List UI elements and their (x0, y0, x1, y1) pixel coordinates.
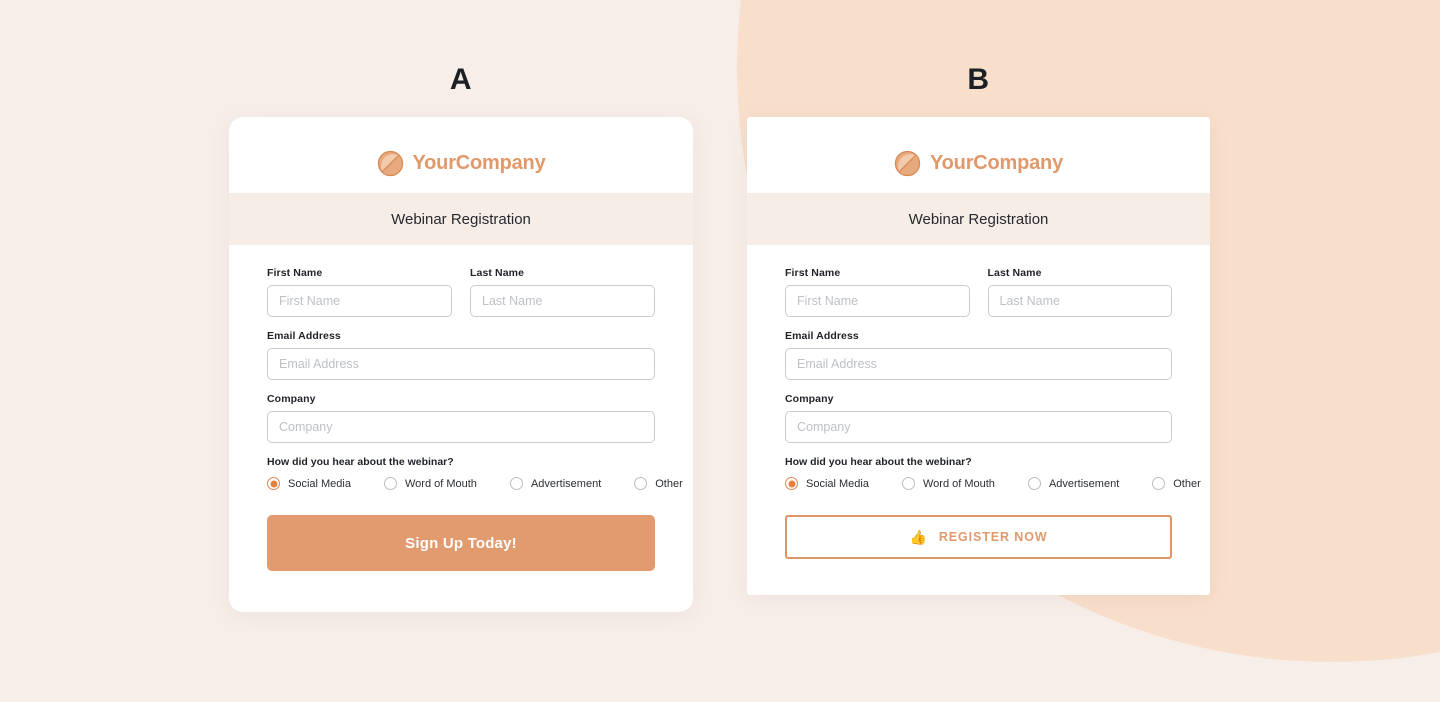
last-name-label-b: Last Name (987, 267, 1042, 279)
radio-circle-advertisement-a[interactable] (509, 477, 523, 490)
first-name-label-b: First Name (785, 267, 841, 279)
first-name-input-b[interactable] (785, 285, 970, 317)
company-label-a: Company (267, 393, 316, 405)
name-field-row-a: First Name Last Name (267, 267, 655, 330)
variant-a-letter: A (449, 63, 473, 96)
radio-label-social-media-b: Social Media (806, 477, 869, 490)
radio-option-other-a[interactable]: Other (634, 477, 683, 490)
brand-logo-a: YourCompany (229, 117, 693, 193)
referral-question-a: How did you hear about the webinar? (267, 456, 454, 468)
variant-b: B YourCompany Webinar Registration First… (747, 0, 1210, 595)
form-banner-b: Webinar Registration (747, 193, 1210, 245)
company-input-b[interactable] (785, 411, 1172, 443)
radio-option-word-of-mouth-b[interactable]: Word of Mouth (901, 477, 995, 490)
email-label-b: Email Address (785, 330, 859, 342)
email-input-b[interactable] (785, 348, 1172, 380)
registration-card-b: YourCompany Webinar Registration First N… (747, 117, 1210, 595)
company-field-b: Company (785, 393, 1172, 443)
form-banner-a: Webinar Registration (229, 193, 693, 245)
email-input-a[interactable] (267, 348, 655, 380)
ab-test-comparison: A YourCompany Webinar Registration First… (0, 0, 1440, 702)
radio-option-other-b[interactable]: Other (1152, 477, 1201, 490)
first-name-label-a: First Name (267, 267, 323, 279)
brand-name-a: YourCompany (412, 152, 546, 174)
last-name-input-a[interactable] (470, 285, 655, 317)
company-input-a[interactable] (267, 411, 655, 443)
radio-option-advertisement-a[interactable]: Advertisement (509, 477, 602, 490)
registration-form-a: First Name Last Name Email Address Compa… (229, 245, 693, 571)
radio-option-social-media-b[interactable]: Social Media (785, 477, 869, 490)
referral-question-b: How did you hear about the webinar? (785, 456, 972, 468)
radio-circle-social-media-a[interactable] (267, 477, 280, 490)
email-label-a: Email Address (267, 330, 341, 342)
radio-label-word-of-mouth-a: Word of Mouth (404, 477, 477, 490)
radio-option-word-of-mouth-a[interactable]: Word of Mouth (383, 477, 477, 490)
radio-label-other-b: Other (1173, 477, 1201, 490)
radio-circle-word-of-mouth-b[interactable] (901, 477, 915, 490)
company-label-b: Company (785, 393, 834, 405)
form-banner-title-b: Webinar Registration (908, 210, 1049, 228)
circle-slash-logo-icon (894, 150, 921, 177)
last-name-field-b: Last Name (987, 267, 1172, 317)
form-banner-title-a: Webinar Registration (391, 210, 531, 228)
registration-card-a: YourCompany Webinar Registration First N… (229, 117, 693, 612)
first-name-field-b: First Name (785, 267, 970, 317)
radio-circle-other-a[interactable] (634, 477, 648, 490)
thumbs-up-icon: 👍 (909, 529, 928, 545)
brand-logo-b: YourCompany (747, 117, 1210, 193)
last-name-field-a: Last Name (470, 267, 655, 317)
email-field-a: Email Address (267, 330, 655, 380)
last-name-input-b[interactable] (987, 285, 1172, 317)
variant-b-letter: B (967, 63, 990, 96)
referral-radio-group-a: Social Media Word of Mouth Advertisement… (267, 477, 683, 490)
radio-label-advertisement-b: Advertisement (1048, 477, 1120, 490)
variant-a: A YourCompany Webinar Registration First… (229, 0, 693, 612)
radio-label-word-of-mouth-b: Word of Mouth (922, 477, 995, 490)
radio-circle-word-of-mouth-a[interactable] (383, 477, 397, 490)
registration-form-b: First Name Last Name Email Address Compa… (747, 245, 1210, 559)
register-now-button-b[interactable]: 👍 REGISTER NOW (785, 515, 1172, 559)
radio-option-advertisement-b[interactable]: Advertisement (1027, 477, 1120, 490)
signup-button-a[interactable]: Sign Up Today! (267, 515, 655, 571)
last-name-label-a: Last Name (470, 267, 525, 279)
radio-circle-social-media-b[interactable] (785, 477, 798, 490)
name-field-row-b: First Name Last Name (785, 267, 1172, 330)
email-field-b: Email Address (785, 330, 1172, 380)
first-name-field-a: First Name (267, 267, 452, 317)
referral-radio-group-b: Social Media Word of Mouth Advertisement… (785, 477, 1201, 490)
radio-circle-other-b[interactable] (1152, 477, 1166, 490)
radio-label-other-a: Other (655, 477, 683, 490)
first-name-input-a[interactable] (267, 285, 452, 317)
radio-label-advertisement-a: Advertisement (530, 477, 602, 490)
radio-circle-advertisement-b[interactable] (1027, 477, 1041, 490)
register-now-label-b: REGISTER NOW (938, 530, 1048, 544)
company-field-a: Company (267, 393, 655, 443)
radio-option-social-media-a[interactable]: Social Media (267, 477, 351, 490)
radio-label-social-media-a: Social Media (288, 477, 351, 490)
brand-name-b: YourCompany (930, 152, 1063, 174)
circle-slash-logo-icon (377, 150, 403, 177)
